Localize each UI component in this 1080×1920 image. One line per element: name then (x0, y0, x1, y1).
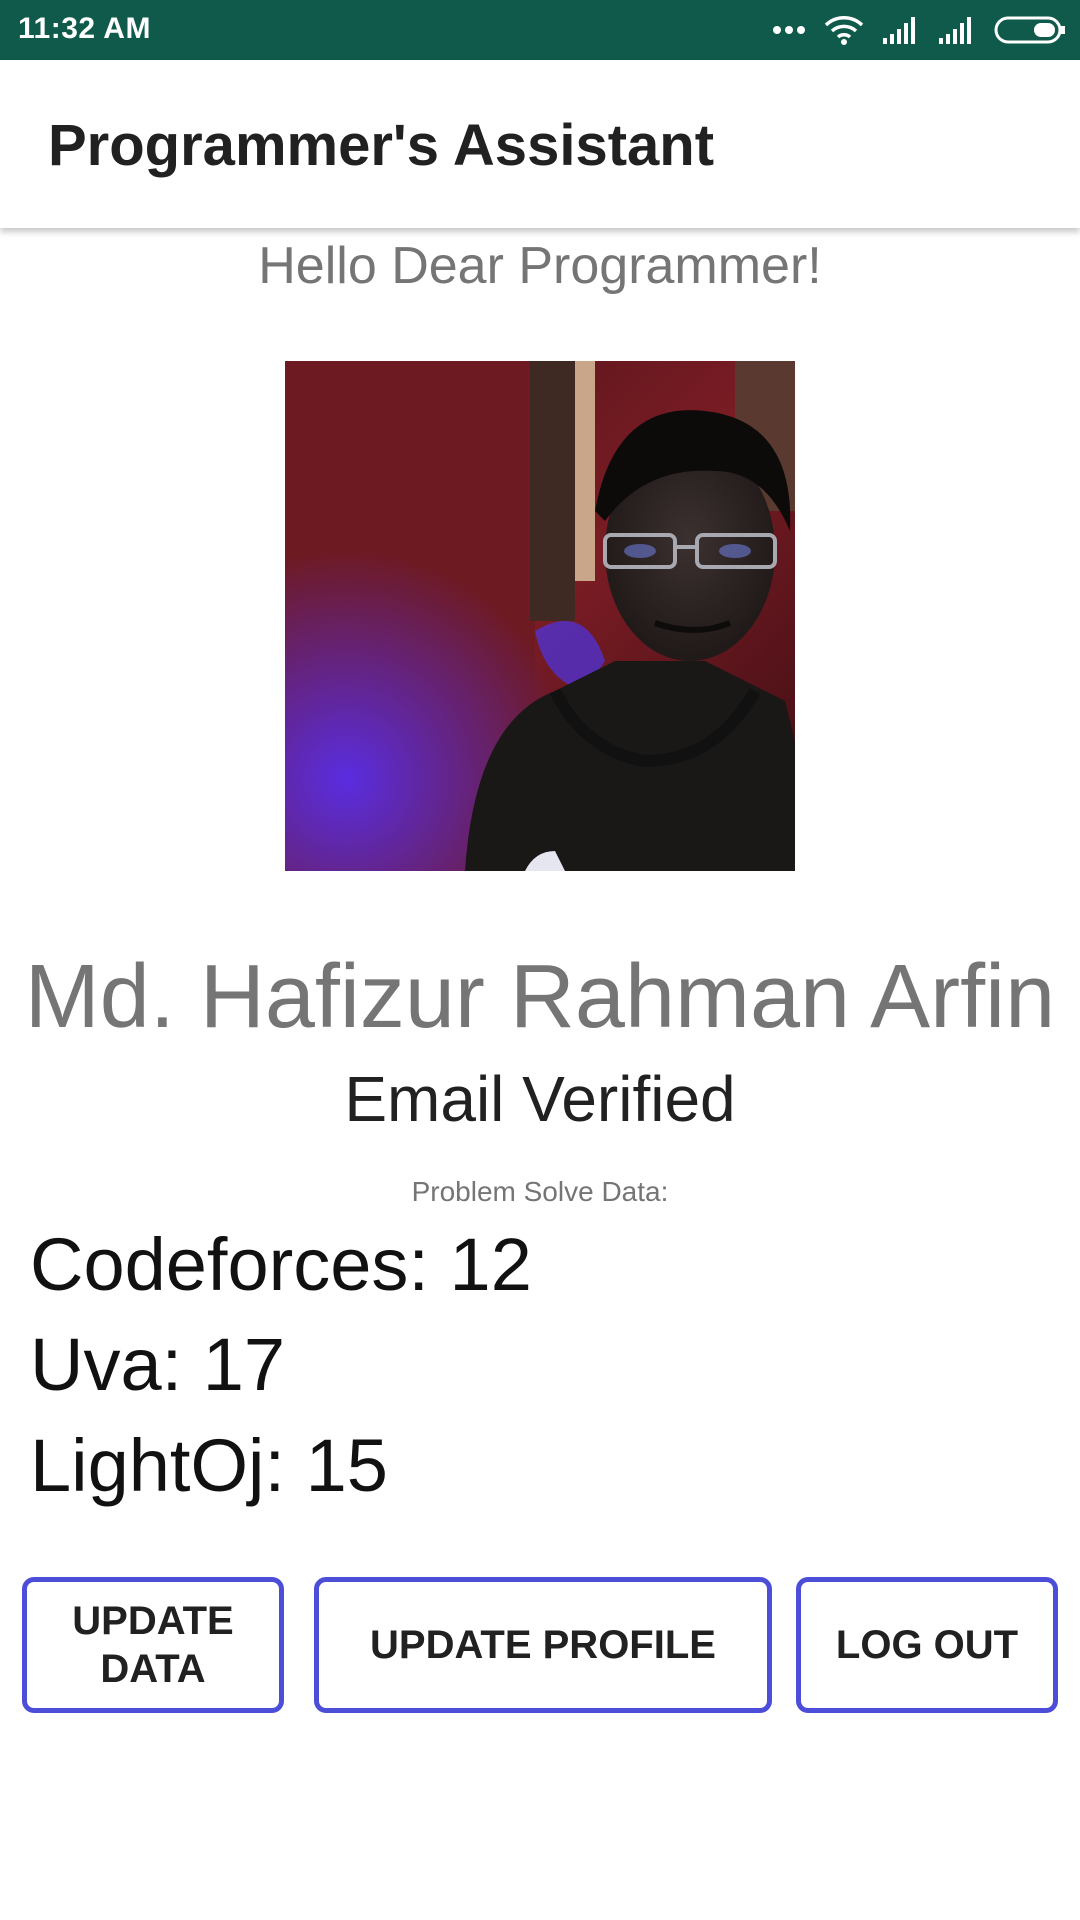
app-title: Programmer's Assistant (48, 113, 715, 178)
log-out-button[interactable]: LOG OUT (796, 1577, 1058, 1713)
more-dots-icon (772, 25, 806, 35)
update-data-button[interactable]: UPDATE DATA (22, 1577, 284, 1713)
avatar (285, 361, 795, 871)
user-name: Md. Hafizur Rahman Arfin (24, 947, 1056, 1047)
lightoj-count: LightOj: 15 (30, 1424, 388, 1507)
battery-icon (994, 15, 1066, 45)
email-status: Email Verified (344, 1063, 736, 1135)
signal-icon (882, 16, 920, 44)
problem-solve-heading: Problem Solve Data: (411, 1176, 669, 1207)
status-icons (772, 12, 1066, 48)
status-time: 11:32 AM (18, 12, 151, 45)
update-profile-button[interactable]: UPDATE PROFILE (314, 1577, 772, 1713)
status-bar: 11:32 AM (0, 0, 1080, 60)
wifi-icon (824, 14, 864, 46)
greeting-text: Hello Dear Programmer! (258, 237, 822, 295)
signal-icon (938, 16, 976, 44)
uva-count: Uva: 17 (30, 1323, 286, 1406)
codeforces-count: Codeforces: 12 (30, 1223, 532, 1306)
app-bar: Programmer's Assistant (0, 60, 1080, 228)
